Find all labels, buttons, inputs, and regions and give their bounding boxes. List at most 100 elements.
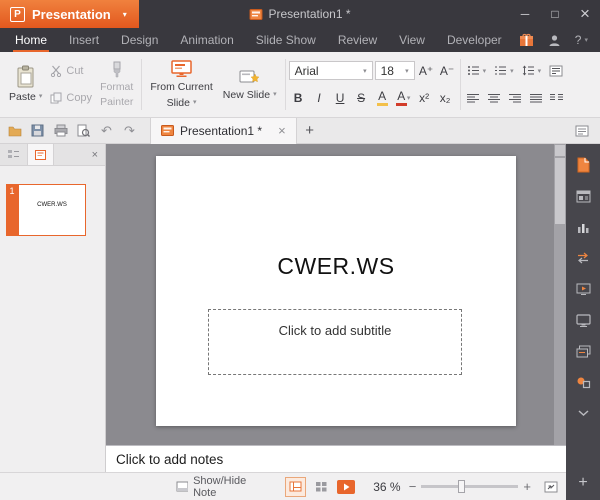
help-menu[interactable]: ?▾ <box>575 33 588 47</box>
account-icon[interactable] <box>548 34 561 47</box>
zoom-level[interactable]: 36 % <box>370 480 404 494</box>
minimize-button[interactable]: ─ <box>510 0 540 28</box>
subtitle-placeholder[interactable]: Click to add subtitle <box>208 309 462 375</box>
undo-button[interactable]: ↶ <box>96 121 117 141</box>
new-document-icon[interactable] <box>574 156 592 174</box>
justify-button[interactable] <box>527 89 546 108</box>
chevron-down-icon: ▾ <box>584 36 588 44</box>
tab-home[interactable]: Home <box>4 28 58 52</box>
bullets-button[interactable]: ▾ <box>464 64 490 77</box>
highlight-button[interactable]: A <box>373 89 392 108</box>
titlebar-document-title: Presentation1 * <box>249 7 350 21</box>
close-tab-icon[interactable]: × <box>278 123 286 138</box>
tab-design[interactable]: Design <box>110 28 169 52</box>
app-menu-button[interactable]: P Presentation ▾ <box>0 0 139 28</box>
ribbon-tab-bar: Home Insert Design Animation Slide Show … <box>0 28 600 52</box>
justify-icon <box>530 93 543 104</box>
close-panel-icon[interactable]: × <box>92 149 105 161</box>
slide-sorter-button[interactable] <box>310 477 331 497</box>
app-button-label: Presentation <box>32 7 111 22</box>
print-preview-button[interactable] <box>73 121 94 141</box>
app-window: P Presentation ▾ Presentation1 * ─ □ × H… <box>0 0 600 500</box>
bullet-list-icon <box>467 65 480 76</box>
new-tab-button[interactable]: + <box>299 120 321 142</box>
document-tab[interactable]: Presentation1 * × <box>150 118 297 144</box>
show-hide-note-button[interactable]: Show/Hide Note <box>176 475 267 499</box>
slide-title-text[interactable]: CWER.WS <box>156 253 516 280</box>
zoom-slider-thumb[interactable] <box>458 480 465 493</box>
open-button[interactable] <box>4 121 25 141</box>
align-left-button[interactable] <box>464 89 483 108</box>
strikethrough-button[interactable]: S <box>352 89 371 108</box>
gift-icon[interactable] <box>519 33 534 47</box>
columns-button[interactable] <box>548 89 567 108</box>
zoom-slider[interactable] <box>421 485 518 488</box>
normal-view-button[interactable] <box>285 477 306 497</box>
tab-animation[interactable]: Animation <box>169 28 244 52</box>
shrink-font-button[interactable]: A⁻ <box>438 61 457 80</box>
redo-button[interactable]: ↷ <box>119 121 140 141</box>
font-color-button[interactable]: A ▾ <box>394 89 413 108</box>
copy-button[interactable]: Copy <box>47 91 95 105</box>
text-direction-icon <box>549 65 563 77</box>
chevron-down-icon: ▾ <box>193 99 197 107</box>
clipboard-icon <box>16 65 36 88</box>
grow-font-button[interactable]: A⁺ <box>417 61 436 80</box>
more-panels-icon[interactable] <box>574 404 592 422</box>
new-slide-button[interactable]: New Slide▾ <box>218 55 282 114</box>
from-current-slide-button[interactable]: From Current Slide▾ <box>145 55 217 114</box>
slides-view-tab[interactable] <box>27 144 54 165</box>
underline-button[interactable]: U <box>331 89 350 108</box>
align-right-button[interactable] <box>506 89 525 108</box>
align-center-button[interactable] <box>485 89 504 108</box>
shapes-icon[interactable] <box>574 373 592 391</box>
slide-thumbnail[interactable]: CWER.WS <box>18 184 86 236</box>
bold-button[interactable]: B <box>289 89 308 108</box>
export-slide-icon[interactable] <box>574 280 592 298</box>
vertical-scrollbar[interactable] <box>554 144 566 445</box>
text-direction-button[interactable] <box>546 61 565 80</box>
monitor-icon[interactable] <box>574 311 592 329</box>
numbering-button[interactable]: ▾ <box>491 64 517 77</box>
close-button[interactable]: × <box>570 0 600 28</box>
zoom-out-button[interactable]: − <box>409 479 417 494</box>
maximize-button[interactable]: □ <box>540 0 570 28</box>
show-hide-note-label: Show/Hide Note <box>193 475 267 499</box>
format-painter-button[interactable]: Format Painter <box>95 55 138 114</box>
cut-button[interactable]: Cut <box>47 64 95 78</box>
zoom-in-button[interactable]: + <box>523 479 531 494</box>
tab-review[interactable]: Review <box>327 28 388 52</box>
ribbon-separator <box>141 59 142 110</box>
font-size-combo[interactable]: 18 ▾ <box>375 61 415 80</box>
slideshow-button[interactable] <box>335 477 356 497</box>
font-group: Arial ▾ 18 ▾ A⁺ A⁻ B I U S A A <box>289 55 457 114</box>
status-bar: Show/Hide Note 36 % − <box>0 472 566 500</box>
subscript-button[interactable]: x₂ <box>436 89 455 108</box>
superscript-button[interactable]: x² <box>415 89 434 108</box>
new-slide-label: New Slide <box>223 89 270 101</box>
chart-icon[interactable] <box>574 218 592 236</box>
scrollbar-thumb[interactable] <box>555 158 565 224</box>
italic-button[interactable]: I <box>310 89 329 108</box>
gallery-icon[interactable] <box>574 342 592 360</box>
tab-view[interactable]: View <box>388 28 436 52</box>
font-name-combo[interactable]: Arial ▾ <box>289 61 373 80</box>
fit-to-window-button[interactable] <box>544 481 558 493</box>
tab-list-button[interactable] <box>571 121 592 141</box>
tab-developer[interactable]: Developer <box>436 28 513 52</box>
slide: CWER.WS Click to add subtitle <box>156 156 516 426</box>
tab-insert[interactable]: Insert <box>58 28 110 52</box>
tab-slide-show[interactable]: Slide Show <box>245 28 327 52</box>
share-icon[interactable] <box>574 249 592 267</box>
layout-icon[interactable] <box>574 187 592 205</box>
scrollbar-up-button[interactable] <box>555 145 565 156</box>
outline-view-tab[interactable] <box>0 144 27 165</box>
task-pane-sidebar: + <box>566 144 600 500</box>
paste-button[interactable]: Paste▾ <box>4 55 47 114</box>
print-button[interactable] <box>50 121 71 141</box>
add-panel-button[interactable]: + <box>578 474 587 492</box>
titlebar-right-icons: ?▾ <box>519 28 600 52</box>
save-button[interactable] <box>27 121 48 141</box>
notes-pane[interactable]: Click to add notes <box>106 445 566 472</box>
line-spacing-button[interactable]: ▾ <box>519 64 545 77</box>
